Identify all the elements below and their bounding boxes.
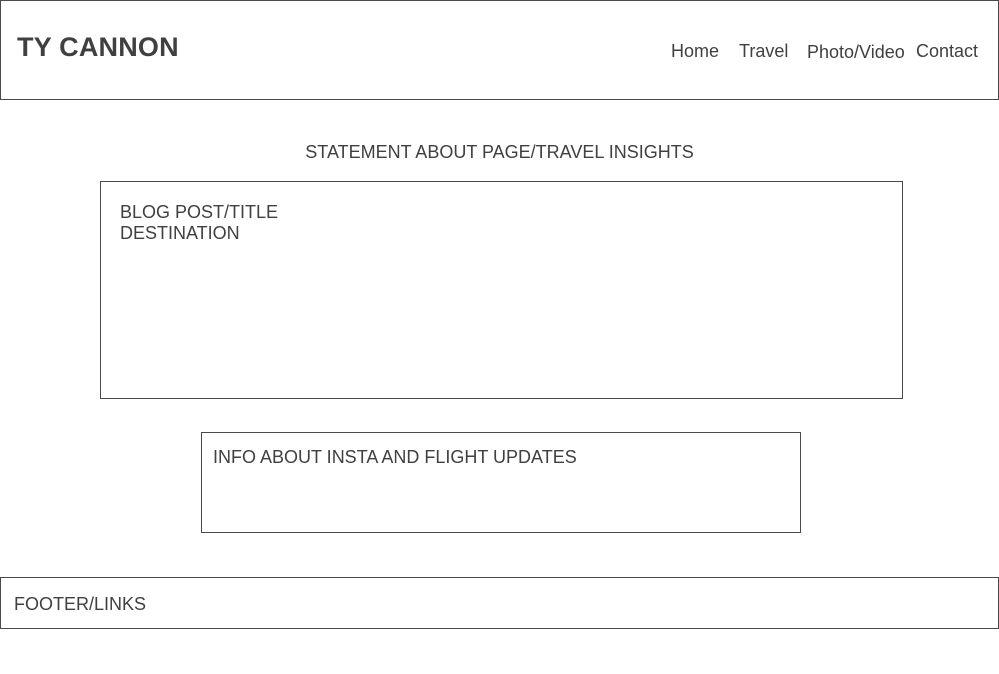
page-statement: STATEMENT ABOUT PAGE/TRAVEL INSIGHTS [305, 142, 694, 162]
blog-post-destination: DESTINATION [120, 223, 240, 243]
nav-photo-video-link[interactable]: Photo/Video [807, 43, 905, 61]
nav-travel-link[interactable]: Travel [739, 42, 788, 60]
insta-flight-info-text: INFO ABOUT INSTA AND FLIGHT UPDATES [213, 447, 577, 467]
nav-contact-link[interactable]: Contact [916, 42, 978, 60]
site-header: TY CANNON Home Travel Photo/Video Contac… [0, 0, 999, 100]
site-footer: FOOTER/LINKS [0, 577, 999, 629]
blog-post-title: BLOG POST/TITLE [120, 202, 279, 222]
nav-home-link[interactable]: Home [671, 42, 719, 60]
footer-links[interactable]: FOOTER/LINKS [14, 594, 146, 615]
blog-post-card[interactable]: BLOG POST/TITLE DESTINATION [100, 181, 903, 399]
site-title[interactable]: TY CANNON [17, 34, 179, 61]
insta-flight-info-panel: INFO ABOUT INSTA AND FLIGHT UPDATES [201, 432, 801, 533]
